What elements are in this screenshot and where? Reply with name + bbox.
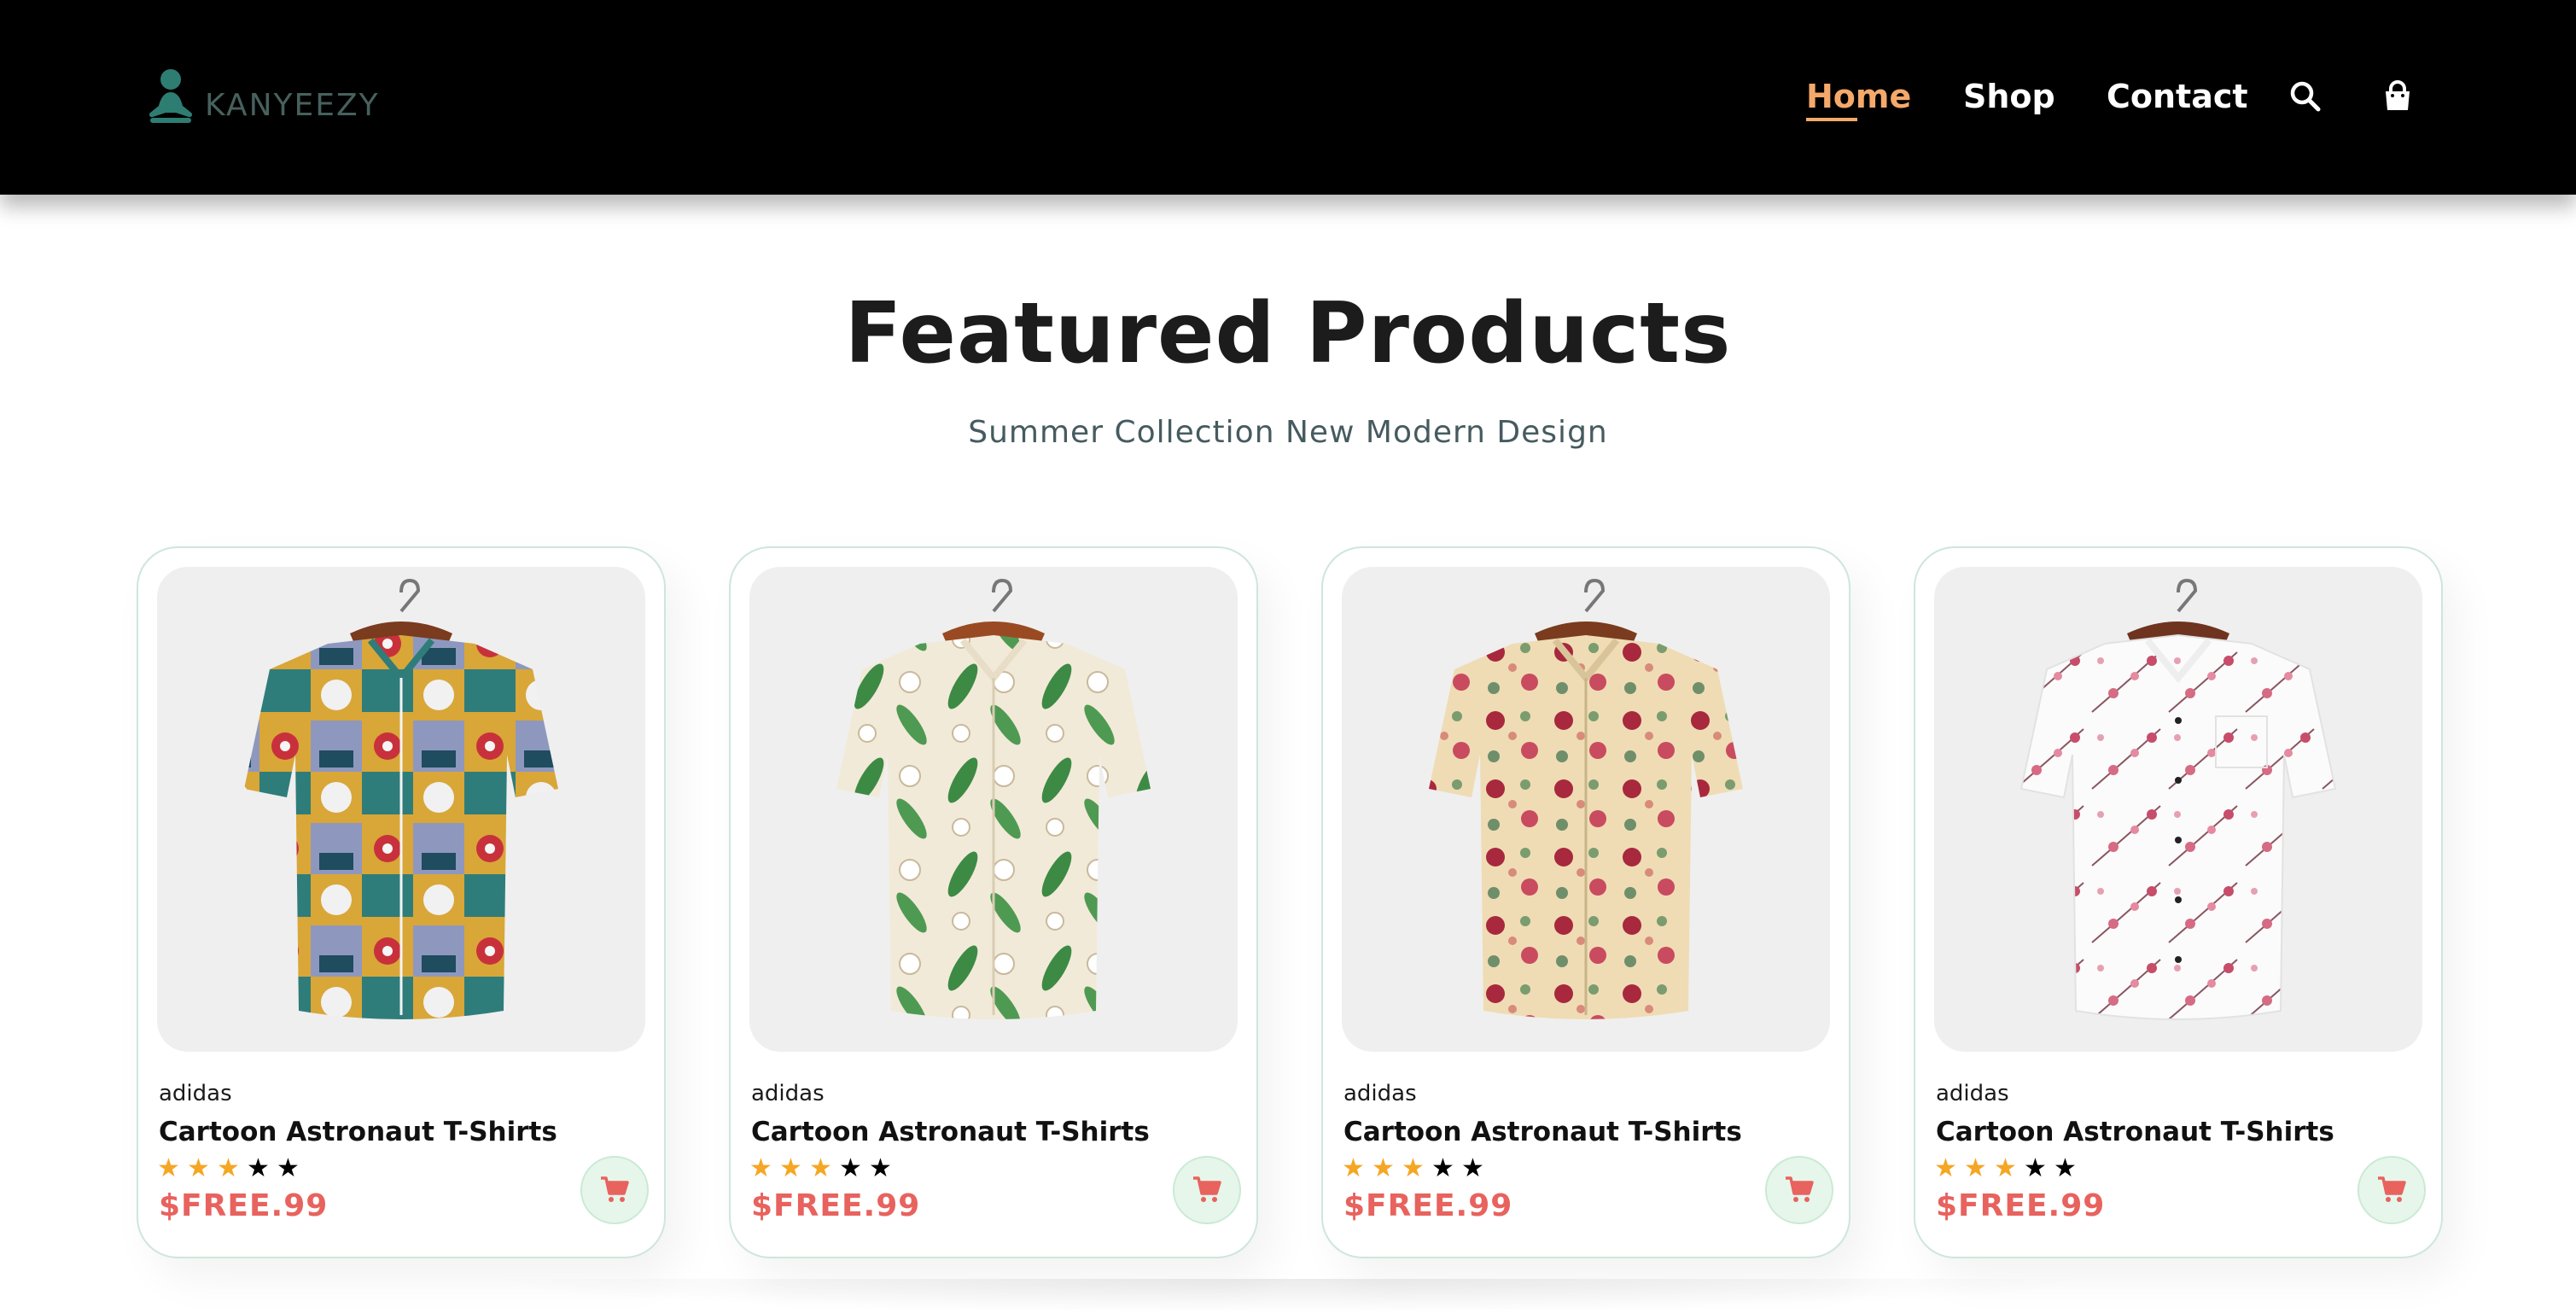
nav-shop-link[interactable]: Shop: [1963, 73, 2055, 120]
product-image[interactable]: [749, 567, 1238, 1052]
product-price: $FREE.99: [159, 1188, 329, 1223]
product-price: $FREE.99: [751, 1188, 921, 1223]
star-empty-icon: ★: [277, 1153, 300, 1183]
star-empty-icon: ★: [247, 1153, 270, 1183]
star-filled-icon: ★: [1994, 1153, 2017, 1183]
star-rating: ★ ★ ★ ★ ★: [749, 1156, 899, 1182]
section-subtitle: Summer Collection New Modern Design: [968, 415, 1608, 450]
add-to-cart-button[interactable]: [2357, 1156, 2426, 1224]
star-filled-icon: ★: [1342, 1153, 1365, 1183]
star-rating: ★ ★ ★ ★ ★: [1934, 1156, 2084, 1182]
star-filled-icon: ★: [1934, 1153, 1957, 1183]
star-empty-icon: ★: [2024, 1153, 2047, 1183]
star-empty-icon: ★: [1431, 1153, 1454, 1183]
rose-floral-print-shirt: [1429, 578, 1743, 1019]
star-filled-icon: ★: [157, 1153, 180, 1183]
product-name[interactable]: Cartoon Astronaut T-Shirts: [751, 1117, 1150, 1147]
abstract-print-shirt: [244, 578, 558, 1019]
star-filled-icon: ★: [809, 1153, 832, 1183]
product-image[interactable]: [157, 567, 645, 1052]
search-icon[interactable]: [2289, 80, 2322, 113]
main-nav: Home Shop Contact: [0, 73, 2576, 125]
product-card[interactable]: adidas Cartoon Astronaut T-Shirts ★ ★ ★ …: [1914, 546, 2443, 1258]
cart-icon: [1786, 1176, 1814, 1202]
shopping-bag-icon[interactable]: [2381, 80, 2414, 113]
product-brand: adidas: [1936, 1081, 2009, 1106]
cart-icon: [601, 1176, 629, 1202]
star-filled-icon: ★: [1964, 1153, 1987, 1183]
star-rating: ★ ★ ★ ★ ★: [1342, 1156, 1491, 1182]
product-price: $FREE.99: [1936, 1188, 2106, 1223]
star-empty-icon: ★: [2054, 1153, 2077, 1183]
product-name[interactable]: Cartoon Astronaut T-Shirts: [1936, 1117, 2334, 1147]
star-filled-icon: ★: [187, 1153, 210, 1183]
star-filled-icon: ★: [217, 1153, 240, 1183]
product-card[interactable]: adidas Cartoon Astronaut T-Shirts ★ ★ ★ …: [1321, 546, 1850, 1258]
cherry-blossom-print-shirt: [2019, 578, 2337, 1020]
product-brand: adidas: [1343, 1081, 1417, 1106]
product-name[interactable]: Cartoon Astronaut T-Shirts: [1343, 1117, 1742, 1147]
star-filled-icon: ★: [1402, 1153, 1425, 1183]
product-name[interactable]: Cartoon Astronaut T-Shirts: [159, 1117, 557, 1147]
product-brand: adidas: [751, 1081, 825, 1106]
star-filled-icon: ★: [749, 1153, 772, 1183]
product-card[interactable]: adidas Cartoon Astronaut T-Shirts ★ ★ ★ …: [137, 546, 666, 1258]
cart-icon: [2378, 1176, 2406, 1202]
product-card[interactable]: adidas Cartoon Astronaut T-Shirts ★ ★ ★ …: [729, 546, 1258, 1258]
product-image[interactable]: [1342, 567, 1830, 1052]
nav-contact-link[interactable]: Contact: [2107, 73, 2248, 120]
nav-home-link[interactable]: Home: [1806, 73, 1911, 120]
cart-icon: [1193, 1176, 1221, 1202]
product-price: $FREE.99: [1343, 1188, 1513, 1223]
add-to-cart-button[interactable]: [580, 1156, 649, 1224]
section-shadow: [478, 1279, 2100, 1313]
star-filled-icon: ★: [1372, 1153, 1395, 1183]
star-empty-icon: ★: [839, 1153, 862, 1183]
add-to-cart-button[interactable]: [1173, 1156, 1241, 1224]
star-filled-icon: ★: [779, 1153, 802, 1183]
star-empty-icon: ★: [1461, 1153, 1484, 1183]
star-empty-icon: ★: [869, 1153, 892, 1183]
site-header: KANYEEZY Home Shop Contact: [0, 0, 2576, 195]
section-title: Featured Products: [844, 285, 1732, 382]
product-brand: adidas: [159, 1081, 232, 1106]
nav-active-underline: [1806, 118, 1857, 121]
lily-leaf-print-shirt: [836, 578, 1151, 1019]
add-to-cart-button[interactable]: [1765, 1156, 1833, 1224]
product-image[interactable]: [1934, 567, 2422, 1052]
star-rating: ★ ★ ★ ★ ★: [157, 1156, 306, 1182]
